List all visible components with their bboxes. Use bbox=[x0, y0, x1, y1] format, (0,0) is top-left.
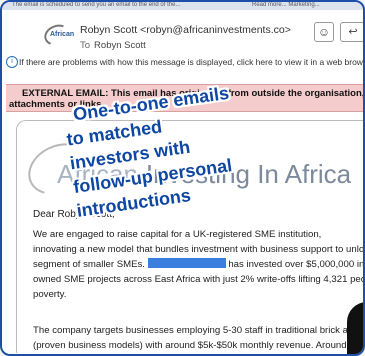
brand-first: African bbox=[57, 159, 138, 189]
banner-line-2: attachments or links bbox=[9, 99, 102, 110]
info-bar-text[interactable]: If there are problems with how this mess… bbox=[19, 57, 363, 67]
sender-avatar: African bbox=[41, 21, 75, 49]
brand-logo: African Investing In Africa bbox=[57, 159, 351, 190]
paragraph-1: We are engaged to raise capital for a UK… bbox=[33, 227, 365, 302]
para2-line-1: The company targets businesses employing… bbox=[33, 325, 365, 336]
info-bar[interactable]: i If there are problems with how this me… bbox=[2, 56, 363, 72]
para1-line-4: owned SME projects across East Africa wi… bbox=[33, 274, 365, 285]
recipient-name[interactable]: Robyn Scott bbox=[94, 40, 146, 51]
to-label: To bbox=[80, 40, 91, 51]
top-strip: The email is scheduled to send you an em… bbox=[2, 2, 363, 10]
redaction-box bbox=[147, 258, 226, 268]
banner-line-1: EXTERNAL EMAIL: This email has originate… bbox=[22, 88, 365, 99]
top-strip-left: The email is scheduled to send you an em… bbox=[12, 2, 181, 8]
para1-line-2: innovating a new model that bundles inve… bbox=[33, 244, 365, 255]
para1-line-1: We are engaged to raise capital for a UK… bbox=[33, 229, 322, 240]
para1-line-5: poverty. bbox=[33, 289, 67, 300]
paragraph-2: The company targets businesses employing… bbox=[33, 323, 365, 353]
para2-line-2: (proven business models) with around $5k… bbox=[33, 340, 365, 351]
message-body: African Investing In Africa Dear Robyn Sc… bbox=[16, 120, 365, 353]
recipient-line: To Robyn Scott bbox=[80, 40, 146, 51]
sender-address[interactable]: Robyn Scott <robyn@africaninvestments.co… bbox=[80, 24, 291, 36]
para1-line-3-post: has invested over $5,000,000 in 200+ lo bbox=[228, 259, 365, 270]
external-email-banner: EXTERNAL EMAIL: This email has originate… bbox=[6, 84, 365, 112]
smiley-icon[interactable]: ☺ bbox=[314, 22, 334, 42]
brand-tagline: Investing In Africa bbox=[145, 159, 352, 189]
greeting: Dear Robyn Scott, bbox=[33, 209, 115, 220]
para1-line-3: segment of smaller SMEs. has invested ov… bbox=[33, 257, 365, 272]
email-window: The email is scheduled to send you an em… bbox=[0, 0, 365, 356]
para1-line-3-pre: segment of smaller SMEs. bbox=[33, 259, 145, 270]
corner-shadow bbox=[347, 302, 363, 354]
message-header: African Robyn Scott <robyn@africaninvest… bbox=[2, 10, 363, 51]
logo-text: African bbox=[50, 31, 75, 38]
top-strip-right: Read more... Marketing... bbox=[252, 2, 320, 8]
info-icon: i bbox=[6, 56, 18, 68]
reply-icon[interactable]: ↩ bbox=[340, 22, 363, 42]
